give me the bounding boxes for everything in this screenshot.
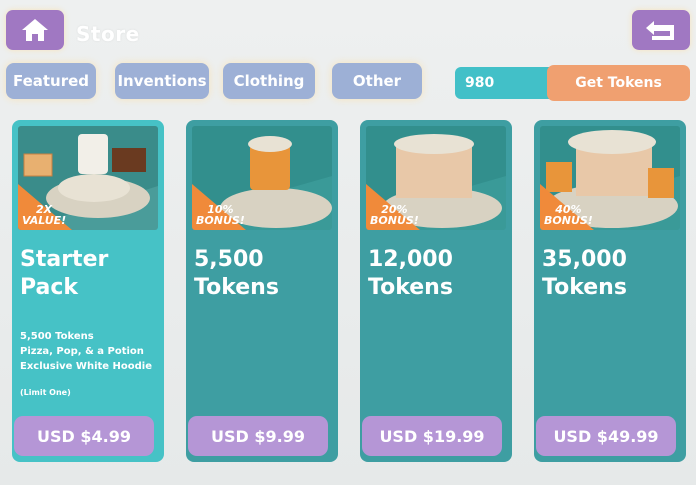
tab-featured[interactable]: Featured xyxy=(6,63,96,99)
product-card-starter-pack[interactable]: 2X VALUE! Starter Pack 5,500 Tokens Pizz… xyxy=(12,120,164,462)
product-title: Starter Pack xyxy=(20,247,109,300)
top-bar: Store xyxy=(0,0,696,60)
detail-line: Pizza, Pop, & a Potion xyxy=(20,346,144,357)
bonus-badge: 10% BONUS! xyxy=(196,203,245,227)
home-icon xyxy=(22,19,48,41)
product-image: 40% BONUS! xyxy=(540,126,680,230)
product-image: 10% BONUS! xyxy=(192,126,332,230)
buy-button-starter-pack[interactable]: USD $4.99 xyxy=(14,416,154,456)
tab-clothing[interactable]: Clothing xyxy=(223,63,315,99)
get-tokens-button[interactable]: Get Tokens xyxy=(547,65,690,101)
tab-inventions[interactable]: Inventions xyxy=(115,63,209,99)
product-title: 12,000 Tokens xyxy=(368,247,453,300)
value-badge: 2X VALUE! xyxy=(22,203,67,227)
home-button[interactable] xyxy=(6,10,64,50)
bonus-badge: 20% BONUS! xyxy=(370,203,419,227)
purchase-limit: (Limit One) xyxy=(20,388,71,397)
back-arrow-icon xyxy=(646,21,674,40)
product-title: 35,000 Tokens xyxy=(542,247,627,300)
token-balance: 980 xyxy=(455,67,555,99)
detail-line: 5,500 Tokens xyxy=(20,331,94,342)
tab-other[interactable]: Other xyxy=(332,63,422,99)
buy-button-12000-tokens[interactable]: USD $19.99 xyxy=(362,416,502,456)
buy-button-5500-tokens[interactable]: USD $9.99 xyxy=(188,416,328,456)
product-card-12000-tokens[interactable]: 20% BONUS! 12,000 Tokens USD $19.99 xyxy=(360,120,512,462)
product-title: 5,500 Tokens xyxy=(194,247,279,300)
detail-line: Exclusive White Hoodie xyxy=(20,361,153,372)
product-image: 20% BONUS! xyxy=(366,126,506,230)
token-balance-group: 980 Get Tokens xyxy=(455,65,690,101)
product-image: 2X VALUE! xyxy=(18,126,158,230)
page-title: Store xyxy=(76,22,140,46)
buy-button-35000-tokens[interactable]: USD $49.99 xyxy=(536,416,676,456)
product-card-35000-tokens[interactable]: 40% BONUS! 35,000 Tokens USD $49.99 xyxy=(534,120,686,462)
product-card-5500-tokens[interactable]: 10% BONUS! 5,500 Tokens USD $9.99 xyxy=(186,120,338,462)
back-button[interactable] xyxy=(632,10,690,50)
bonus-badge: 40% BONUS! xyxy=(544,203,593,227)
product-details: 5,500 Tokens Pizza, Pop, & a Potion Excl… xyxy=(20,329,152,374)
